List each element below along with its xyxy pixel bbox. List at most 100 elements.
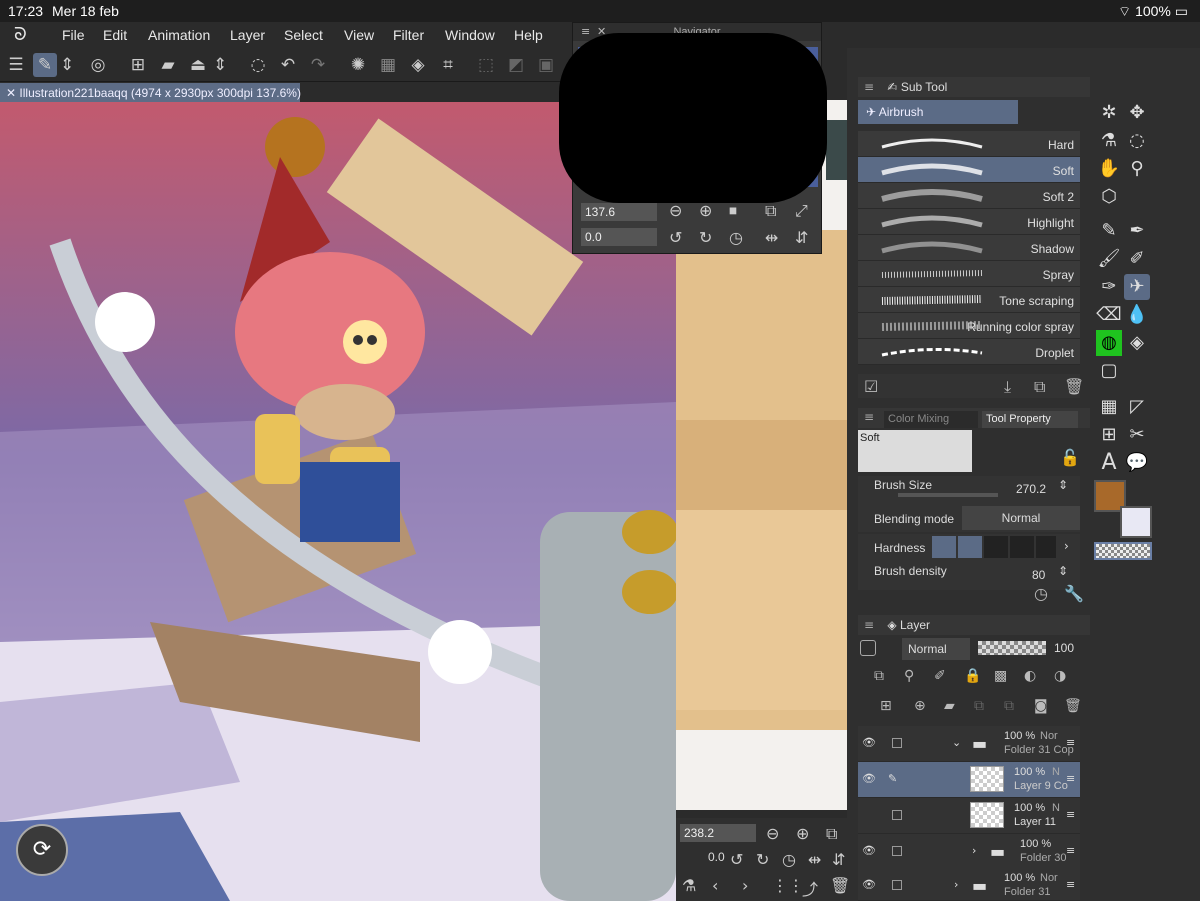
tab-color-mixing[interactable]: Color Mixing — [884, 411, 978, 428]
undo-icon[interactable]: ↶ — [276, 53, 300, 77]
grip-icon[interactable]: ≡ — [1066, 736, 1075, 749]
hand-icon[interactable]: ✋ — [1096, 156, 1122, 182]
blend-icon[interactable]: 💧 — [1124, 302, 1150, 328]
hamburger-icon[interactable]: ☰ — [4, 53, 28, 77]
close-icon[interactable]: ✕ — [6, 86, 16, 100]
mask-view-icon[interactable]: ◑ — [1054, 668, 1066, 684]
chevron-right-icon[interactable]: › — [972, 844, 976, 857]
grip-icon[interactable]: ≡ — [864, 80, 874, 94]
new-folder-icon[interactable]: ▰ — [944, 698, 955, 714]
actual-size-icon[interactable]: ⧉ — [826, 824, 837, 844]
new-vector-layer-icon[interactable]: ⊕ — [914, 698, 926, 714]
gradient-icon[interactable]: ▦ — [1096, 394, 1122, 420]
zoom-in-icon[interactable]: ⊕ — [699, 201, 712, 220]
menu-filter[interactable]: Filter — [393, 27, 424, 43]
hardness-segments[interactable] — [932, 536, 1056, 558]
updown-icon[interactable]: ⇕ — [213, 53, 227, 77]
mask-icon[interactable]: ◐ — [1024, 668, 1036, 684]
subtool-item-shadow[interactable]: Shadow — [858, 235, 1080, 261]
rectangle-icon[interactable]: ▢ — [1096, 358, 1122, 384]
eye-icon[interactable]: 👁 — [862, 844, 876, 857]
subtool-item-highlight[interactable]: Highlight — [858, 209, 1080, 235]
menu-help[interactable]: Help — [514, 27, 543, 43]
wrench-icon[interactable]: 🔧 — [1064, 584, 1084, 603]
trash-icon[interactable]: 🗑 — [830, 876, 850, 895]
ruler-icon[interactable]: ◸ — [1124, 394, 1150, 420]
rotate-right-icon[interactable]: ↻ — [699, 228, 712, 247]
brush-size-row[interactable]: Brush Size 270.2 ⇕ — [858, 476, 1080, 504]
app-logo-icon[interactable]: ᘐ — [14, 24, 27, 45]
actual-size-icon[interactable]: ⧉ — [765, 201, 776, 221]
zoom-field[interactable]: 238.2 — [680, 824, 756, 842]
zoom-out-icon[interactable]: ⊖ — [766, 824, 779, 843]
duplicate-icon[interactable]: ⧉ — [1034, 377, 1045, 397]
grid-icon[interactable]: ⋮⋮ — [772, 876, 804, 895]
document-tab[interactable]: ✕ Illustration221baaqq (4974 x 2930px 30… — [0, 83, 301, 102]
menu-window[interactable]: Window — [445, 27, 495, 43]
updown-icon[interactable]: ⇕ — [60, 53, 74, 77]
layer-row[interactable]: 👁 ⌄ ▬ 100 % Nor Folder 31 Cop ≡ — [858, 726, 1080, 762]
transform-icon[interactable]: ▦ — [376, 53, 400, 77]
edit-mode-icon[interactable]: ✎ — [33, 53, 57, 77]
layer-row[interactable]: 100 % N Layer 11 ≡ — [858, 798, 1080, 834]
text-icon[interactable]: A — [1096, 450, 1122, 476]
chevron-left-icon[interactable]: ‹ — [712, 876, 718, 895]
flip-vertical-icon[interactable]: ⇵ — [795, 228, 808, 247]
quick-access-icon[interactable]: ⟳ — [16, 824, 68, 876]
subtool-item-spray[interactable]: Spray — [858, 261, 1080, 287]
eyedropper-icon[interactable]: ⚗ — [682, 876, 696, 895]
menu-edit[interactable]: Edit — [103, 27, 127, 43]
save-icon[interactable]: ⏏ — [186, 53, 210, 77]
export-icon[interactable]: ⤴ — [802, 876, 818, 900]
pencil-icon[interactable]: ✎ — [1096, 218, 1122, 244]
subtool-item-hard[interactable]: Hard — [858, 131, 1080, 157]
navigator-rotation-field[interactable]: 0.0 — [581, 228, 657, 246]
subtool-item-running-color-spray[interactable]: Running color spray — [858, 313, 1080, 339]
invert-icon[interactable]: ◩ — [504, 53, 528, 77]
fit-icon[interactable]: ⏹ — [729, 201, 737, 221]
lock-icon[interactable]: 🔒 — [964, 668, 981, 684]
layer-row[interactable]: 👁 › ▬ 100 % Nor Folder 31 ≡ — [858, 868, 1080, 901]
grip-icon[interactable]: ≡ — [864, 410, 874, 424]
brush-icon[interactable]: 🖌 — [1096, 246, 1122, 272]
crop-icon[interactable]: ⌗ — [436, 53, 460, 77]
new-document-icon[interactable]: ⊞ — [126, 53, 150, 77]
menu-layer[interactable]: Layer — [230, 27, 265, 43]
menu-view[interactable]: View — [344, 27, 374, 43]
layer-blend-select[interactable]: Normal — [902, 638, 970, 660]
reset-rotation-icon[interactable]: ◷ — [729, 228, 743, 247]
eye-icon[interactable]: 👁 — [862, 736, 876, 749]
blending-mode-row[interactable]: Blending mode Normal — [858, 504, 1080, 532]
layer-row[interactable]: 👁 ✎ 100 % N Layer 9 Co ≡ — [858, 762, 1080, 798]
subtool-group-tab[interactable]: ✈ Airbrush — [858, 100, 1018, 124]
eye-icon[interactable]: 👁 — [862, 878, 876, 891]
tab-tool-property[interactable]: Tool Property — [982, 411, 1078, 428]
transparent-color-swatch[interactable] — [1094, 542, 1152, 560]
subtool-item-droplet[interactable]: Droplet — [858, 339, 1080, 365]
zoom-icon[interactable]: ⚲ — [1124, 156, 1150, 182]
layer-row[interactable]: 👁 › ▬ 100 % Folder 30 ≡ — [858, 834, 1080, 870]
hardness-row[interactable]: Hardness › — [858, 534, 1080, 562]
chevron-right-icon[interactable]: › — [954, 878, 958, 891]
marker-icon[interactable]: ✐ — [1124, 246, 1150, 272]
trash-icon[interactable]: 🗑 — [1064, 377, 1084, 396]
rotate-left-icon[interactable]: ↺ — [669, 228, 682, 247]
blending-mode-select[interactable]: Normal — [962, 506, 1080, 530]
grip-icon[interactable]: ≡ — [1066, 844, 1075, 857]
grip-icon[interactable]: ≡ — [1066, 772, 1075, 785]
layer-color-box[interactable] — [860, 640, 876, 656]
correct-line-icon[interactable]: ✂ — [1124, 422, 1150, 448]
lasso-select-icon[interactable]: ◌ — [246, 53, 270, 77]
subtool-item-soft[interactable]: Soft — [858, 157, 1080, 183]
fill-icon[interactable]: ◍ — [1096, 330, 1122, 356]
loading-icon[interactable]: ✺ — [346, 53, 370, 77]
flip-vertical-icon[interactable]: ⇵ — [832, 850, 845, 869]
expand-icon[interactable]: ⤢ — [795, 201, 808, 221]
open-folder-icon[interactable]: ▰ — [156, 53, 180, 77]
reset-icon[interactable]: ◷ — [1034, 584, 1048, 603]
rotate-left-icon[interactable]: ↺ — [730, 850, 743, 869]
navigator-zoom-field[interactable]: 137.6 — [581, 203, 657, 221]
chevron-right-icon[interactable]: › — [742, 876, 748, 895]
flip-horizontal-icon[interactable]: ⇹ — [808, 850, 821, 869]
clip-icon[interactable]: ⧉ — [874, 668, 884, 684]
